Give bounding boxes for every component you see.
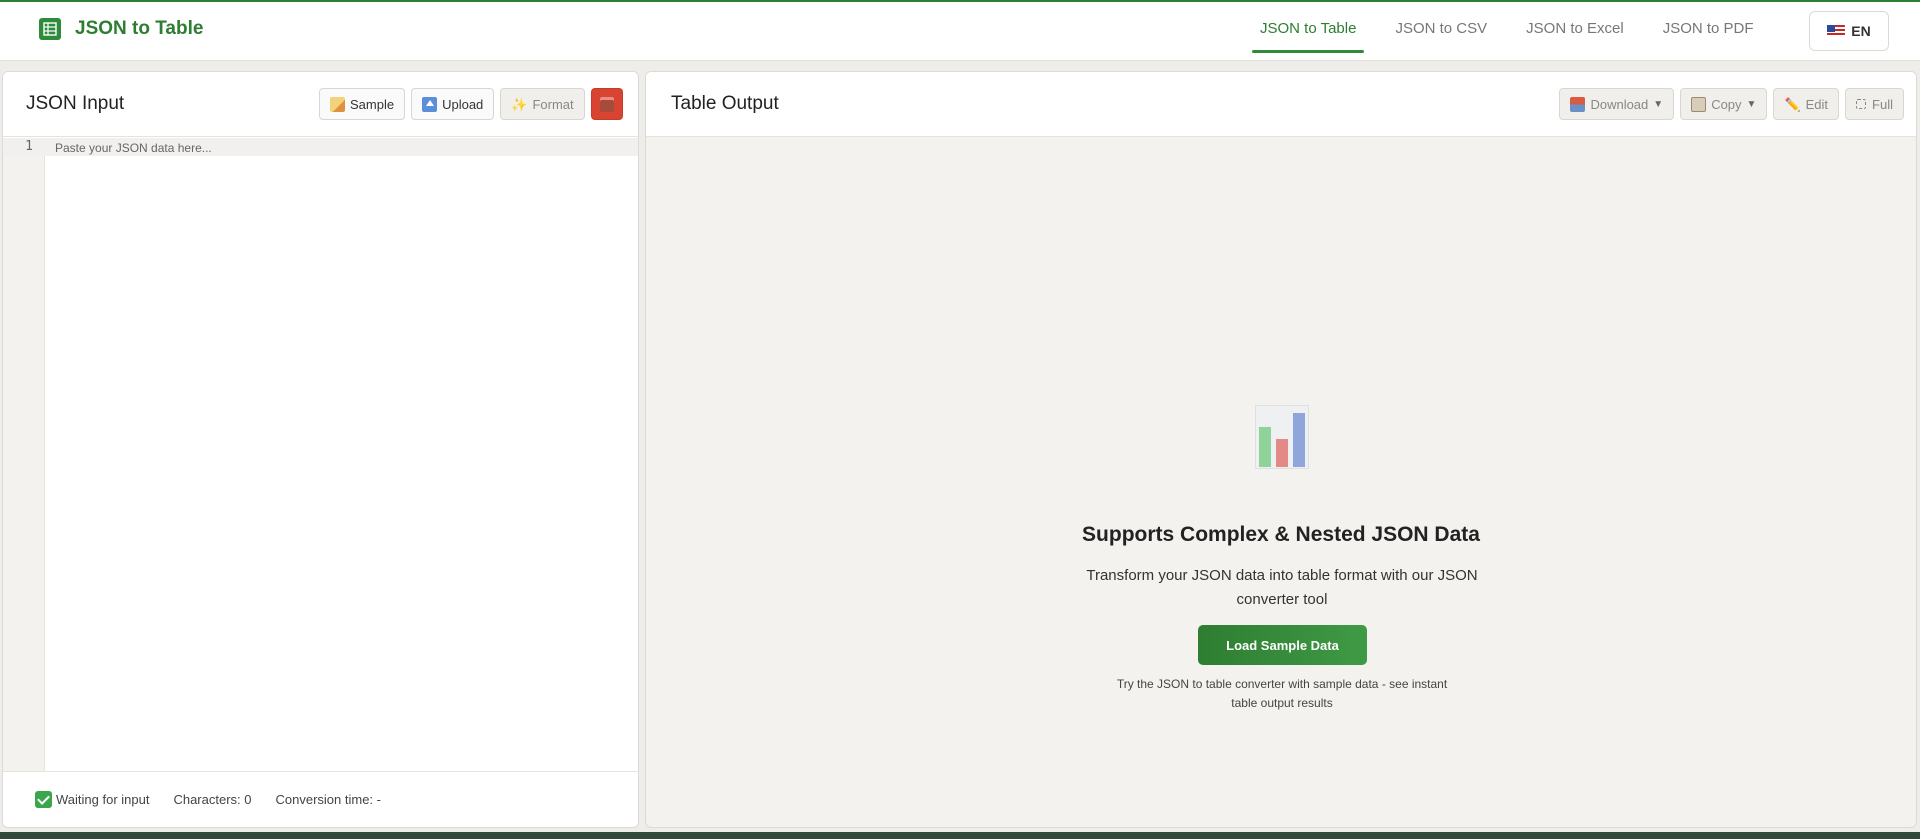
json-editor[interactable]: 1 Paste your JSON data here... <box>3 138 638 771</box>
nav-json-to-table[interactable]: JSON to Table <box>1252 2 1365 53</box>
status-bar: Waiting for input Characters: 0 Conversi… <box>3 771 638 827</box>
input-panel-header: JSON Input Sample Upload ✨ Format <box>3 72 638 137</box>
upload-button[interactable]: Upload <box>411 88 495 120</box>
upload-icon <box>422 96 438 112</box>
pencil-icon: ✏️ <box>1784 96 1801 112</box>
editor-placeholder: Paste your JSON data here... <box>55 141 212 155</box>
edit-button[interactable]: ✏️ Edit <box>1773 88 1840 120</box>
output-panel-title: Table Output <box>671 93 779 114</box>
json-input-panel: JSON Input Sample Upload ✨ Format 1 Past… <box>2 71 639 828</box>
trash-icon <box>599 96 614 112</box>
download-button[interactable]: Download ▼ <box>1559 88 1675 120</box>
output-toolbar: Download ▼ Copy ▼ ✏️ Edit Full <box>1559 88 1904 120</box>
bar-chart-icon-bar <box>1259 427 1271 467</box>
fullscreen-button[interactable]: Full <box>1845 88 1904 120</box>
line-gutter <box>3 138 45 771</box>
nav-json-to-csv[interactable]: JSON to CSV <box>1387 2 1495 53</box>
format-button-label: Format <box>532 96 574 112</box>
check-icon <box>35 791 52 808</box>
character-count: Characters: 0 <box>173 792 252 807</box>
app-title: JSON to Table <box>75 18 204 39</box>
bar-chart-icon-bar <box>1276 439 1288 467</box>
table-logo-icon <box>39 18 61 40</box>
download-caret-icon: ▼ <box>1653 98 1664 110</box>
empty-state-title: Supports Complex & Nested JSON Data <box>1082 523 1480 546</box>
bar-chart-icon-bar <box>1293 413 1305 467</box>
top-header: JSON to Table JSON to Table JSON to CSV … <box>0 2 1920 61</box>
fullscreen-button-label: Full <box>1872 96 1893 112</box>
upload-button-label: Upload <box>442 96 484 112</box>
nav-json-to-pdf[interactable]: JSON to PDF <box>1655 2 1762 53</box>
active-line: 1 Paste your JSON data here... <box>3 138 638 156</box>
app-window: JSON to Table JSON to Table JSON to CSV … <box>0 0 1920 832</box>
empty-state-description: Transform your JSON data into table form… <box>1086 567 1478 608</box>
table-output-panel: Table Output Download ▼ Copy ▼ ✏️ Edit F… <box>645 71 1917 828</box>
sparkles-icon: ✨ <box>511 96 528 112</box>
memo-icon <box>330 96 345 112</box>
input-toolbar: Sample Upload ✨ Format <box>319 88 623 120</box>
language-label: EN <box>1851 23 1871 39</box>
edit-button-label: Edit <box>1805 96 1829 112</box>
clear-button[interactable] <box>590 88 623 120</box>
conversion-time: Conversion time: - <box>275 792 381 807</box>
format-button[interactable]: ✨ Format <box>500 88 585 120</box>
empty-state: Supports Complex & Nested JSON Data Tran… <box>646 138 1916 827</box>
load-sample-data-button[interactable]: Load Sample Data <box>1198 625 1367 665</box>
input-panel-title: JSON Input <box>26 93 125 114</box>
download-button-label: Download <box>1590 96 1649 112</box>
copy-button[interactable]: Copy ▼ <box>1680 88 1768 120</box>
sample-button-label: Sample <box>350 96 395 112</box>
fullscreen-icon <box>1856 99 1867 109</box>
main-nav: JSON to Table JSON to CSV JSON to Excel … <box>1252 2 1785 61</box>
language-selector[interactable]: EN <box>1809 11 1889 51</box>
copy-button-label: Copy <box>1711 96 1742 112</box>
bar-chart-icon <box>1255 405 1309 469</box>
copy-caret-icon: ▼ <box>1746 98 1757 110</box>
clipboard-icon <box>1691 96 1707 112</box>
empty-state-hint: Try the JSON to table converter with sam… <box>1116 677 1448 710</box>
download-icon <box>1570 96 1586 112</box>
brand[interactable]: JSON to Table <box>39 18 203 40</box>
status-text: Waiting for input <box>56 792 150 807</box>
nav-json-to-excel[interactable]: JSON to Excel <box>1518 2 1632 53</box>
us-flag-icon <box>1827 25 1846 37</box>
line-number: 1 <box>25 139 33 154</box>
sample-button[interactable]: Sample <box>319 88 406 120</box>
output-panel-header: Table Output Download ▼ Copy ▼ ✏️ Edit F… <box>646 72 1916 137</box>
